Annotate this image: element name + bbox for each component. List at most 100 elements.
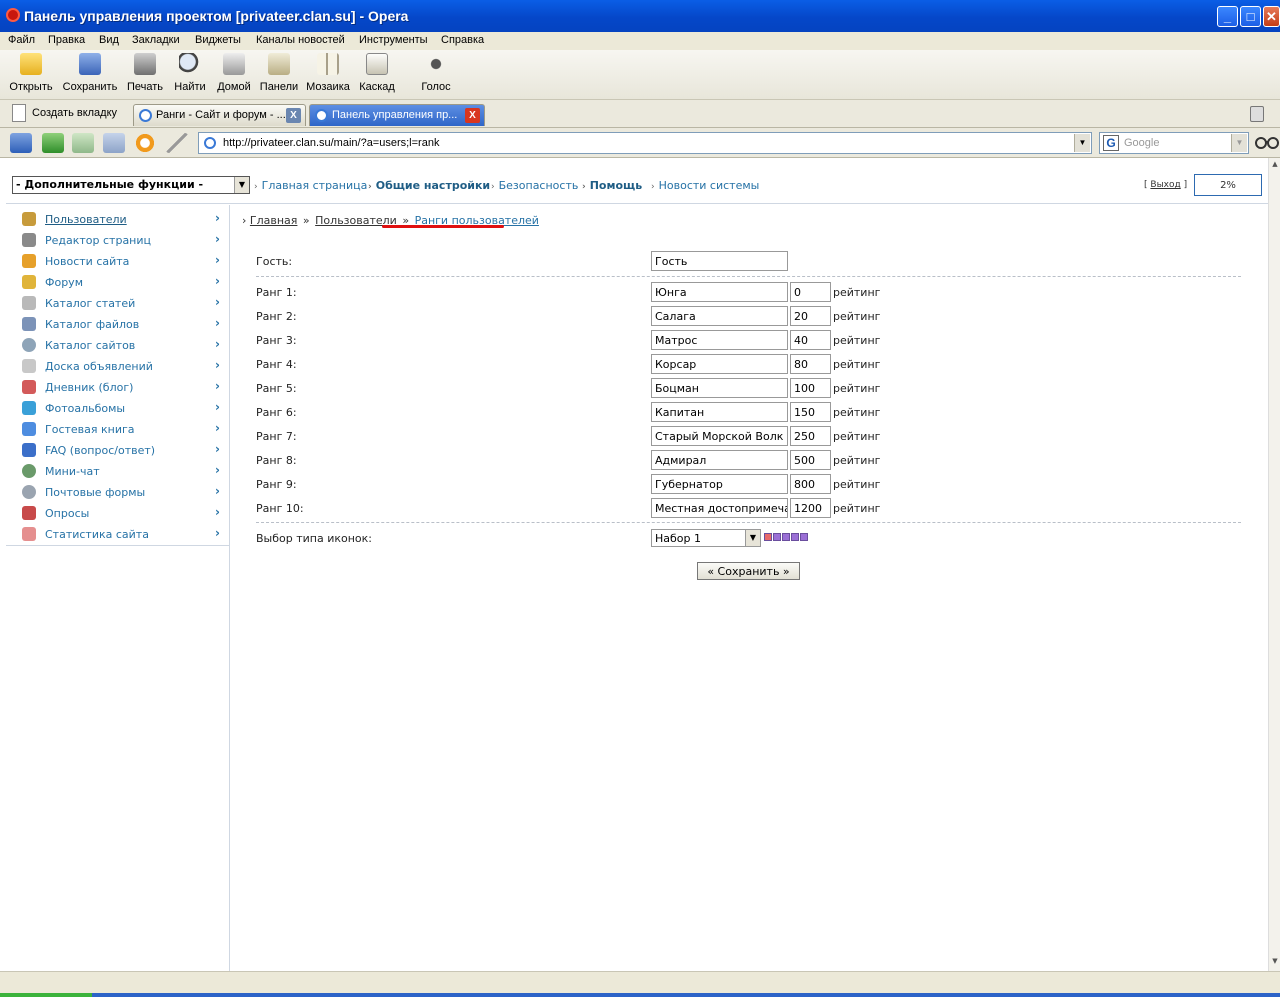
guest-name-input[interactable]: Гость (651, 251, 788, 271)
icon-set-select[interactable]: Набор 1 ▼ (651, 529, 761, 547)
rank-rating-input[interactable]: 80 (790, 354, 831, 374)
rank-rating-input[interactable]: 0 (790, 282, 831, 302)
rank-rating-input[interactable]: 20 (790, 306, 831, 326)
logout-link[interactable]: Выход (1150, 180, 1180, 190)
scroll-up-icon[interactable]: ▲ (1270, 160, 1280, 172)
menu-tools[interactable]: Инструменты (359, 34, 428, 46)
sidebar-item-news[interactable]: Новости сайта › (6, 251, 230, 272)
find-button[interactable]: Найти (170, 53, 210, 93)
rank-rating-input[interactable]: 150 (790, 402, 831, 422)
glasses-icon[interactable] (1255, 134, 1279, 152)
rank-name-input[interactable]: Боцман (651, 378, 788, 398)
rank-name-input[interactable]: Салага (651, 306, 788, 326)
new-tab-button[interactable]: Создать вкладку (8, 104, 117, 126)
print-button[interactable]: Печать (124, 53, 166, 93)
floppy-icon (79, 53, 101, 75)
menu-edit[interactable]: Правка (48, 34, 85, 46)
sidebar-item-board[interactable]: Доска объявлений › (6, 356, 230, 377)
reload-icon[interactable] (134, 133, 156, 153)
rank-name-input[interactable]: Местная достопримечательность (651, 498, 788, 518)
sidebar-item-polls[interactable]: Опросы › (6, 503, 230, 524)
address-field[interactable]: http://privateer.clan.su/main/?a=users;l… (198, 132, 1092, 154)
sidebar-item-sites[interactable]: Каталог сайтов › (6, 335, 230, 356)
nav-home-link[interactable]: › Главная страница (254, 179, 367, 192)
minimize-button[interactable]: _ (1217, 6, 1238, 27)
rank-rating-input[interactable]: 100 (790, 378, 831, 398)
search-field[interactable]: G Google ▼ (1099, 132, 1249, 154)
rank-icon-swatch (791, 533, 799, 541)
nav-security-link[interactable]: › Безопасность (491, 179, 578, 192)
zoom-widget[interactable]: 2% (1194, 174, 1262, 196)
rewind-icon[interactable] (10, 133, 32, 153)
nav-general-settings-link[interactable]: › Общие настройки (368, 179, 490, 192)
menu-widgets[interactable]: Виджеты (195, 34, 241, 46)
tile-button[interactable]: Мозаика (305, 53, 351, 93)
sidebar-item-page-editor[interactable]: Редактор страниц › (6, 230, 230, 251)
sidebar-item-forum[interactable]: Форум › (6, 272, 230, 293)
extra-functions-select[interactable]: - Дополнительные функции - ▼ (12, 176, 250, 194)
save-page-button[interactable]: Сохранить (62, 53, 118, 93)
rank-name-input[interactable]: Матрос (651, 330, 788, 350)
at-sign-icon (22, 485, 36, 499)
scroll-down-icon[interactable]: ▼ (1270, 957, 1280, 969)
menu-view[interactable]: Вид (99, 34, 119, 46)
forward-arrow-icon[interactable] (72, 133, 94, 153)
fast-forward-icon[interactable] (103, 133, 125, 153)
sidebar-item-photos[interactable]: Фотоальбомы › (6, 398, 230, 419)
chevron-down-icon[interactable]: ▼ (1231, 134, 1247, 152)
save-button[interactable]: « Сохранить » (697, 562, 800, 580)
rank-rating-input[interactable]: 800 (790, 474, 831, 494)
nav-help-label: Помощь (589, 179, 643, 192)
sidebar-item-articles[interactable]: Каталог статей › (6, 293, 230, 314)
rank-name-input[interactable]: Адмирал (651, 450, 788, 470)
rank-rating-input[interactable]: 1200 (790, 498, 831, 518)
rank-label: Ранг 5: (256, 382, 297, 395)
sidebar-item-stats[interactable]: Статистика сайта › (6, 524, 230, 545)
back-arrow-icon[interactable] (42, 133, 64, 153)
voice-button[interactable]: Голос (414, 53, 458, 93)
chevron-down-icon[interactable]: ▼ (745, 530, 760, 546)
sidebar-item-mail-forms[interactable]: Почтовые формы › (6, 482, 230, 503)
window-title: Панель управления проектом [privateer.cl… (24, 8, 409, 24)
home-button[interactable]: Домой (216, 53, 252, 93)
rank-name-input[interactable]: Юнга (651, 282, 788, 302)
vertical-scrollbar[interactable]: ▲ ▼ (1268, 158, 1280, 971)
edit-pen-icon[interactable] (166, 133, 188, 153)
panels-button[interactable]: Панели (258, 53, 300, 93)
trash-icon[interactable] (1250, 106, 1264, 122)
tab-control-panel[interactable]: Панель управления пр... X (309, 104, 485, 126)
rank-name-input[interactable]: Старый Морской Волк (651, 426, 788, 446)
close-window-button[interactable]: ✕ (1263, 6, 1280, 27)
sidebar-item-files[interactable]: Каталог файлов › (6, 314, 230, 335)
tab-ranks[interactable]: Ранги - Сайт и форум - ... X (133, 104, 306, 126)
nav-help-link[interactable]: › Помощь (582, 179, 642, 192)
open-button[interactable]: Открыть (8, 53, 54, 93)
rank-rating-input[interactable]: 500 (790, 450, 831, 470)
rank-name-input[interactable]: Капитан (651, 402, 788, 422)
close-tab-icon[interactable]: X (465, 108, 480, 123)
rank-rating-input[interactable]: 40 (790, 330, 831, 350)
sidebar-item-faq[interactable]: FAQ (вопрос/ответ) › (6, 440, 230, 461)
sidebar-item-blog[interactable]: Дневник (блог) › (6, 377, 230, 398)
rank-label: Ранг 10: (256, 502, 304, 515)
rank-rating-input[interactable]: 250 (790, 426, 831, 446)
menu-help[interactable]: Справка (441, 34, 484, 46)
menu-bookmarks[interactable]: Закладки (132, 34, 180, 46)
rating-unit: рейтинг (833, 286, 881, 299)
cascade-button[interactable]: Каскад (356, 53, 398, 93)
sidebar-item-users[interactable]: Пользователи › (6, 209, 230, 230)
sidebar-item-guestbook[interactable]: Гостевая книга › (6, 419, 230, 440)
sidebar-item-minichat[interactable]: Мини-чат › (6, 461, 230, 482)
menu-file[interactable]: Файл (8, 34, 35, 46)
chevron-down-icon[interactable]: ▼ (1074, 134, 1090, 152)
menu-feeds[interactable]: Каналы новостей (256, 34, 345, 46)
nav-system-news-link[interactable]: › Новости системы (651, 179, 759, 192)
rank-name-input[interactable]: Корсар (651, 354, 788, 374)
breadcrumb-home[interactable]: Главная (250, 214, 298, 227)
opera-page-icon (139, 109, 152, 122)
rank-name-input[interactable]: Губернатор (651, 474, 788, 494)
maximize-button[interactable]: □ (1240, 6, 1261, 27)
close-tab-icon[interactable]: X (286, 108, 301, 123)
chevron-down-icon[interactable]: ▼ (234, 177, 249, 193)
rank-icon-swatch (764, 533, 772, 541)
